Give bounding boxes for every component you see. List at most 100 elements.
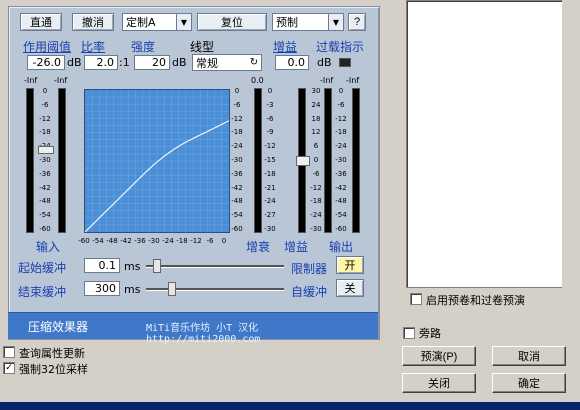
window-right-edge — [562, 0, 580, 336]
transfer-graph-svg — [85, 90, 229, 232]
scale-tick-label: -48 — [335, 197, 347, 206]
auto-release-toggle-button[interactable]: 关 — [336, 279, 364, 297]
threshold-label: 作用阈值 — [23, 40, 72, 54]
scale-tick-label: -6 — [337, 100, 345, 109]
release-unit: ms — [124, 283, 141, 296]
overload-indicator — [339, 58, 351, 67]
custom-combo-value: 定制A — [126, 16, 156, 29]
query-update-label: 查询属性更新 — [19, 347, 85, 360]
scale-tick-label: -42 — [39, 183, 51, 192]
output-caption: 输出 — [329, 240, 354, 254]
chevron-down-icon[interactable]: ▼ — [176, 14, 191, 30]
scale-tick-label: -3 — [266, 100, 274, 109]
scale-tick-label: -18 — [231, 128, 243, 137]
attack-slider[interactable] — [146, 265, 284, 268]
knee-unit: dB — [172, 56, 187, 69]
attack-slider-thumb[interactable] — [153, 259, 161, 273]
knee-input[interactable]: 20 — [134, 55, 170, 70]
ok-button[interactable]: 确定 — [492, 373, 566, 393]
scale-tick-label: -48 — [39, 197, 51, 206]
input-meter-right — [58, 88, 66, 233]
release-slider-thumb[interactable] — [168, 282, 176, 296]
scale-tick-label: -6 — [233, 100, 241, 109]
bypass-checkbox[interactable] — [403, 327, 415, 339]
bypass-label: 旁路 — [419, 327, 441, 340]
ratio-input[interactable]: 2.0 — [84, 55, 118, 70]
scale-tick-label: -54 — [335, 211, 347, 220]
preview-button[interactable]: 预演(P) — [402, 346, 476, 366]
plugin-title: 压缩效果器 — [28, 320, 89, 334]
scale-tick-label: -6 — [41, 100, 49, 109]
cycle-icon[interactable]: ↻ — [247, 55, 261, 70]
plugin-credit: MiTi音乐作坊 小T 汉化 http://miti2000.com — [146, 323, 261, 345]
release-slider[interactable] — [146, 288, 284, 291]
scale-tick-label: -15 — [264, 156, 276, 164]
custom-combo[interactable]: 定制A ▼ — [122, 13, 192, 31]
preset-combo[interactable]: 预制 ▼ — [272, 13, 344, 31]
scale-tick-label: -30 — [39, 156, 51, 164]
scale-tick-label: -36 — [231, 169, 243, 178]
scale-tick-label: -36 — [39, 169, 51, 178]
scale-tick-label: -54 — [39, 211, 51, 220]
auto-release-label: 自缓冲 — [291, 285, 328, 299]
line-type-value: 常规 — [196, 56, 218, 70]
scale-tick-label: -24 — [231, 142, 243, 151]
scale-tick-label: -36 — [335, 169, 347, 178]
scale-tick-label: -30 — [264, 225, 276, 233]
direct-button[interactable]: 直通 — [20, 13, 62, 31]
scale-tick-label: -18 — [335, 128, 347, 137]
limiter-toggle-button[interactable]: 开 — [336, 256, 364, 274]
scale-tick-label: 0 — [338, 87, 344, 95]
gain-caption: 增益 — [284, 240, 309, 254]
threshold-handle[interactable] — [38, 146, 54, 154]
input-peak-right: -Inf — [54, 76, 68, 85]
release-label: 结束缓冲 — [18, 285, 67, 299]
preroll-checkbox[interactable] — [410, 293, 422, 305]
input-caption: 输入 — [36, 240, 61, 254]
scale-tick-label: -12 — [335, 114, 347, 123]
attack-input[interactable]: 0.1 — [84, 258, 120, 273]
threshold-input[interactable]: -26.0 — [27, 55, 65, 70]
undo-button[interactable]: 撤消 — [72, 13, 114, 31]
gain-param-label: 增益 — [273, 40, 298, 54]
scale-tick-label: -9 — [266, 128, 274, 137]
scale-tick-label: -42 — [335, 183, 347, 192]
query-update-checkbox[interactable] — [3, 346, 15, 358]
scale-tick-label: -6 — [266, 114, 274, 123]
line-type-combo[interactable]: 常规 ↻ — [192, 54, 262, 71]
scale-tick-label: -24 — [264, 197, 276, 206]
gain-input[interactable]: 0.0 — [275, 55, 309, 70]
scale-tick-label: 0 — [42, 87, 48, 95]
transfer-graph[interactable] — [84, 89, 230, 233]
help-button[interactable]: ? — [348, 13, 366, 31]
scale-tick-label: -21 — [264, 183, 276, 192]
scale-tick-label: -60 — [231, 225, 243, 233]
scale-tick-label: -27 — [264, 211, 276, 220]
close-button[interactable]: 关闭 — [402, 373, 476, 393]
scale-tick-label: -30 — [335, 156, 347, 164]
overload-label: 过载指示 — [316, 40, 365, 54]
ratio-label: 比率 — [81, 40, 106, 54]
output-peak-left: -Inf — [320, 76, 334, 85]
preset-combo-value: 预制 — [276, 16, 298, 29]
scale-tick-label: 0 — [234, 87, 240, 95]
preset-list-box[interactable] — [406, 0, 564, 288]
cancel-button[interactable]: 取消 — [492, 346, 566, 366]
release-input[interactable]: 300 — [84, 281, 120, 296]
force32-checkbox[interactable]: ✓ — [3, 362, 15, 374]
input-meter-left — [26, 88, 34, 233]
limiter-label: 限制器 — [291, 262, 328, 276]
gain-handle[interactable] — [296, 156, 310, 166]
scale-tick-label: 0 — [267, 87, 273, 95]
attack-unit: ms — [124, 260, 141, 273]
reduction-readout: 0.0 — [251, 76, 264, 85]
scale-tick-label: -60 — [39, 225, 51, 233]
attack-label: 起始缓冲 — [18, 261, 67, 275]
scale-tick-label: -12 — [39, 114, 51, 123]
reset-button[interactable]: 复位 — [197, 13, 267, 31]
scale-tick-label: -18 — [264, 169, 276, 178]
output-peak-right: -Inf — [346, 76, 360, 85]
force32-label: 强制32位采样 — [19, 363, 88, 376]
scale-tick-label: -30 — [231, 156, 243, 164]
chevron-down-icon[interactable]: ▼ — [328, 14, 343, 30]
